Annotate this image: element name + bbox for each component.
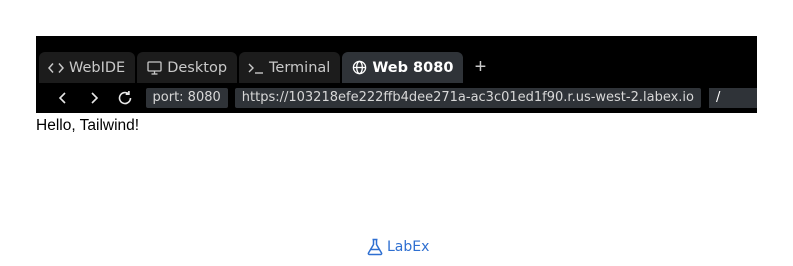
tab-web-8080[interactable]: Web 8080	[342, 52, 464, 83]
chevron-right-icon	[91, 92, 98, 104]
reload-icon	[118, 91, 132, 105]
tab-desktop[interactable]: Desktop	[137, 52, 238, 83]
chevron-left-icon	[58, 92, 66, 104]
port-badge[interactable]: port: 8080	[145, 88, 228, 108]
tab-webide[interactable]: WebIDE	[39, 52, 136, 83]
terminal-icon	[248, 60, 264, 76]
labex-logo[interactable]: LabEx	[366, 238, 429, 256]
globe-icon	[351, 60, 367, 76]
tab-label: Desktop	[167, 59, 228, 76]
brand-name: LabEx	[387, 239, 430, 255]
tab-label: Terminal	[269, 59, 331, 76]
add-tab-button[interactable]: +	[467, 52, 493, 83]
reload-button[interactable]	[114, 87, 135, 109]
flask-icon	[367, 238, 383, 256]
code-icon	[48, 60, 64, 76]
browser-frame: WebIDE Desktop Terminal Web 8080 + port:…	[36, 36, 757, 113]
tab-bar: WebIDE Desktop Terminal Web 8080 +	[36, 36, 757, 83]
forward-button[interactable]	[83, 87, 104, 109]
url-field[interactable]: https://103218efe222ffb4dee271a-ac3c01ed…	[234, 88, 701, 108]
back-button[interactable]	[52, 87, 73, 109]
tab-label: Web 8080	[372, 59, 454, 76]
navigation-bar: port: 8080 https://103218efe222ffb4dee27…	[36, 83, 757, 113]
tab-label: WebIDE	[69, 59, 126, 76]
tab-terminal[interactable]: Terminal	[239, 52, 341, 83]
page-content-text: Hello, Tailwind!	[36, 117, 140, 134]
plus-icon: +	[474, 56, 487, 78]
monitor-icon	[146, 60, 162, 76]
path-input[interactable]	[709, 88, 757, 108]
